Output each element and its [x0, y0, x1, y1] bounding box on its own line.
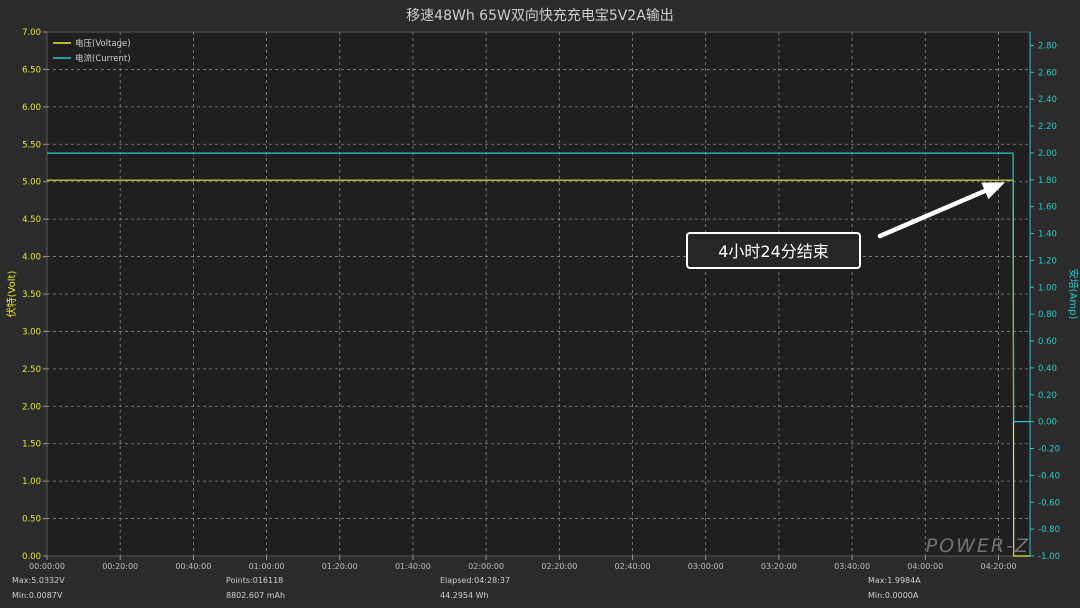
x-tick-label: 04:00:00 [907, 562, 943, 571]
y-right-tick-label: 1.40 [1038, 230, 1057, 240]
stat-max-current: Max:1.9984A [868, 576, 921, 585]
chart-canvas: 移速48Wh 65W双向快充充电宝5V2A输出 00:00:00 00:20:00 0… [5, 8, 1080, 571]
y-right-tick-label: -0.80 [1038, 525, 1060, 535]
y-left-tick-label: 3.50 [22, 290, 41, 300]
y-left-tick-label: 0.50 [22, 515, 41, 525]
y-left-tick-label: 1.50 [22, 440, 41, 450]
x-tick-label: 04:20:00 [980, 562, 1016, 571]
y-left-tick-label: 2.50 [22, 365, 41, 375]
stats-footer: Max:5.0332V Min:0.0087V Points:016118 88… [0, 573, 1080, 608]
legend-label: 电压(Voltage) [75, 38, 131, 49]
y-left-tick-label: 0.00 [22, 552, 41, 562]
y-left-tick-label: 5.00 [22, 178, 41, 188]
watermark-logo: POWER-Z [926, 535, 1030, 557]
legend-label: 电流(Current) [75, 53, 131, 64]
stat-capacity: 8802.607 mAh [226, 591, 286, 600]
y-right-tick-label: -0.60 [1038, 498, 1060, 508]
x-tick-label: 00:20:00 [102, 562, 138, 571]
stat-points: Points:016118 [226, 576, 284, 585]
annotation-text: 4小时24分结束 [718, 242, 829, 261]
y-left-tick-label: 1.00 [22, 477, 41, 487]
x-tick-label: 03:00:00 [688, 562, 724, 571]
y-right-tick-label: 2.60 [1038, 68, 1057, 78]
y-right-tick-label: 0.40 [1038, 364, 1057, 374]
x-tick-label: 01:40:00 [395, 562, 431, 571]
stat-min-voltage: Min:0.0087V [12, 591, 63, 600]
y-right-tick-label: 1.00 [1038, 283, 1057, 293]
y-right-tick-label: 0.80 [1038, 310, 1057, 320]
y-right-tick-label: -1.00 [1038, 552, 1060, 562]
y-right-tick-label: 1.60 [1038, 203, 1057, 213]
y-right-tick-label: 0.20 [1038, 391, 1057, 401]
y-left-tick-label: 6.00 [22, 103, 41, 113]
x-tick-label: 03:40:00 [834, 562, 870, 571]
x-tick-label: 01:00:00 [249, 562, 285, 571]
y-right-tick-label: 2.20 [1038, 122, 1057, 132]
y-right-tick-label: 0.00 [1038, 418, 1057, 428]
x-tick-label: 01:20:00 [322, 562, 358, 571]
y-left-tick-label: 3.00 [22, 327, 41, 337]
y-right-tick-label: 2.00 [1038, 149, 1057, 159]
x-tick-label: 00:40:00 [175, 562, 211, 571]
y-right-tick-label: 2.40 [1038, 95, 1057, 105]
x-tick-label: 02:40:00 [615, 562, 651, 571]
x-tick-label: 02:20:00 [541, 562, 577, 571]
x-tick-label: 03:20:00 [761, 562, 797, 571]
y-right-tick-label: 1.80 [1038, 176, 1057, 186]
y-left-tick-label: 6.50 [22, 65, 41, 75]
stat-energy: 44.2954 Wh [440, 591, 489, 600]
y-left-tick-label: 2.00 [22, 402, 41, 412]
y-left-tick-label: 7.00 [22, 28, 41, 38]
y-right-tick-label: -0.40 [1038, 471, 1060, 481]
y-left-tick-label: 5.50 [22, 140, 41, 150]
y-right-axis-label: 安培(Amp) [1067, 269, 1080, 320]
y-right-tick-label: 2.80 [1038, 41, 1057, 51]
chart-window: 移速48Wh 65W双向快充充电宝5V2A输出 00:00:00 00:20:00 0… [0, 0, 1080, 608]
y-left-axis-label: 伏特(Volt) [5, 271, 18, 318]
x-tick-label: 02:00:00 [468, 562, 504, 571]
x-tick-label: 00:00:00 [29, 562, 65, 571]
chart-title: 移速48Wh 65W双向快充充电宝5V2A输出 [406, 8, 674, 24]
y-right-tick-label: 0.60 [1038, 337, 1057, 347]
stat-max-voltage: Max:5.0332V [12, 576, 65, 585]
stat-elapsed: Elapsed:04:28:37 [440, 576, 511, 585]
y-left-tick-label: 4.00 [22, 253, 41, 263]
y-left-tick-label: 4.50 [22, 215, 41, 225]
stat-min-current: Min:0.0000A [868, 591, 919, 600]
y-right-tick-label: 1.20 [1038, 256, 1057, 266]
y-right-tick-label: -0.20 [1038, 445, 1060, 455]
